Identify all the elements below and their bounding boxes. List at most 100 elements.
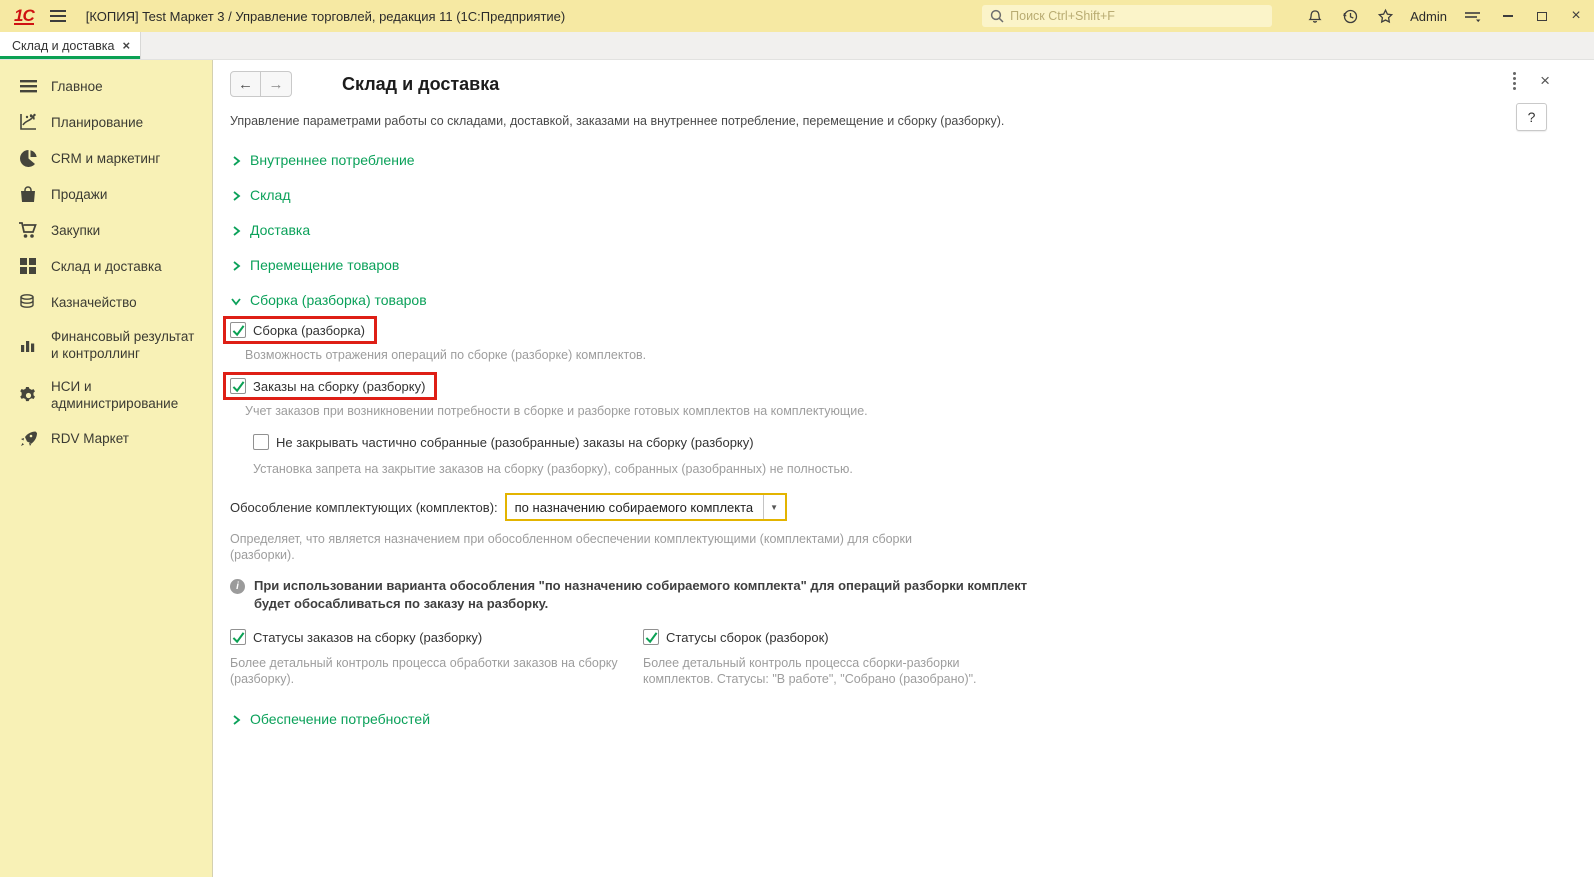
- checkbox-checked-icon[interactable]: [643, 629, 659, 645]
- main-menu-icon[interactable]: [49, 10, 66, 22]
- sidebar-item-sklad-i-dostavka[interactable]: Склад и доставка: [0, 248, 212, 284]
- history-nav: ← →: [230, 71, 292, 97]
- page-title: Склад и доставка: [342, 73, 500, 94]
- checkbox-checked-icon[interactable]: [230, 629, 246, 645]
- checkbox-order-statuses[interactable]: Статусы заказов на сборку (разборку): [230, 629, 482, 645]
- sidebar-item-nsi[interactable]: НСИ и администрирование: [0, 370, 212, 420]
- sidebar-item-kaznacheystvo[interactable]: Казначейство: [0, 284, 212, 320]
- checkbox-assembly[interactable]: Сборка (разборка): [230, 322, 365, 338]
- chevron-right-icon: [230, 713, 242, 725]
- sidebar-item-prodazhi[interactable]: Продажи: [0, 176, 212, 212]
- coins-icon: [18, 292, 38, 312]
- sidebar-item-label: Главное: [51, 78, 103, 94]
- search-input[interactable]: [1010, 9, 1265, 23]
- sidebar-item-glavnoe[interactable]: Главное: [0, 68, 212, 104]
- page-subtitle: Управление параметрами работы со складам…: [230, 114, 1005, 128]
- shopping-cart-icon: [18, 220, 38, 240]
- section-label: Обеспечение потребностей: [250, 710, 431, 727]
- setting-description: Учет заказов при возникновении потребнос…: [245, 404, 868, 418]
- notifications-bell-icon[interactable]: [1305, 6, 1325, 26]
- separation-value[interactable]: по назначению собираемого комплекта: [507, 495, 764, 519]
- chevron-right-icon: [230, 259, 242, 271]
- section-label: Перемещение товаров: [250, 257, 400, 273]
- maximize-button[interactable]: [1534, 8, 1550, 24]
- sidebar-item-label: Закупки: [51, 222, 101, 238]
- checkbox-label[interactable]: Не закрывать частично собранные (разобра…: [276, 435, 754, 450]
- checkbox-no-close-partial[interactable]: Не закрывать частично собранные (разобра…: [253, 434, 754, 450]
- checkbox-assembly-orders[interactable]: Заказы на сборку (разборку): [230, 378, 425, 394]
- sidebar-item-crm[interactable]: CRM и маркетинг: [0, 140, 212, 176]
- sidebar-item-rdv-market[interactable]: RDV Маркет: [0, 420, 212, 456]
- titlebar: 1С [КОПИЯ] Test Маркет 3 / Управление то…: [0, 0, 1594, 32]
- warehouse-grid-icon: [18, 256, 38, 276]
- checkbox-label[interactable]: Статусы сборок (разборок): [666, 630, 829, 645]
- checkbox-assembly-statuses[interactable]: Статусы сборок (разборок): [643, 629, 829, 645]
- sidebar-item-finrezultat[interactable]: Финансовый результат и контроллинг: [0, 320, 212, 370]
- checkbox-label[interactable]: Заказы на сборку (разборку): [253, 379, 425, 394]
- tabbar: Склад и доставка ×: [0, 32, 1594, 60]
- checkbox-label[interactable]: Сборка (разборка): [253, 323, 365, 338]
- favorites-star-icon[interactable]: [1375, 6, 1395, 26]
- section-vnutrennee-potreblenie[interactable]: Внутреннее потребление: [230, 152, 1554, 168]
- info-note-text: При использовании варианта обособления "…: [254, 578, 1028, 611]
- separation-description: Определяет, что является назначением при…: [230, 532, 912, 562]
- close-page-icon[interactable]: ×: [1540, 72, 1550, 89]
- sidebar-item-label: Продажи: [51, 186, 108, 202]
- help-button[interactable]: ?: [1516, 103, 1547, 131]
- highlight-box-assembly: Сборка (разборка): [223, 316, 378, 344]
- back-button[interactable]: ←: [230, 71, 261, 97]
- tab-sklad-i-dostavka[interactable]: Склад и доставка ×: [0, 32, 142, 59]
- history-icon[interactable]: [1340, 6, 1360, 26]
- forward-button[interactable]: →: [261, 71, 292, 97]
- service-menu-icon[interactable]: [1462, 6, 1482, 26]
- sidebar-item-zakupki[interactable]: Закупки: [0, 212, 212, 248]
- chevron-down-icon: [230, 294, 242, 306]
- planning-icon: [18, 112, 38, 132]
- setting-description: Более детальный контроль процесса сборки…: [643, 655, 977, 686]
- app-title: [КОПИЯ] Test Маркет 3 / Управление торго…: [85, 8, 566, 24]
- info-icon: i: [230, 579, 245, 594]
- pie-chart-icon: [18, 148, 38, 168]
- checkbox-checked-icon[interactable]: [230, 322, 246, 338]
- separation-label: Обособление комплектующих (комплектов):: [230, 499, 498, 515]
- highlight-box-orders: Заказы на сборку (разборку): [223, 372, 438, 400]
- minimize-button[interactable]: [1500, 8, 1516, 24]
- close-window-button[interactable]: ×: [1568, 8, 1584, 24]
- chevron-right-icon: [230, 189, 242, 201]
- search-icon: [990, 9, 1004, 23]
- setting-description: Возможность отражения операций по сборке…: [245, 348, 647, 362]
- shopping-bag-icon: [18, 184, 38, 204]
- chevron-right-icon: [230, 154, 242, 166]
- section-dostavka[interactable]: Доставка: [230, 222, 1554, 238]
- combo-dropdown-icon[interactable]: ▼: [764, 495, 785, 519]
- section-obespechenie-potrebnostey[interactable]: Обеспечение потребностей: [230, 711, 1554, 727]
- global-search[interactable]: [982, 5, 1273, 27]
- section-label: Доставка: [250, 222, 311, 238]
- checkbox-unchecked-icon[interactable]: [253, 434, 269, 450]
- tab-label: Склад и доставка: [12, 38, 115, 53]
- sidebar: Главное Планирование CRM и маркетинг Про…: [0, 60, 213, 877]
- setting-description: Установка запрета на закрытие заказов на…: [253, 462, 853, 476]
- 1c-logo-icon: 1С: [14, 5, 35, 25]
- sidebar-item-label: Казначейство: [51, 294, 137, 310]
- more-menu-icon[interactable]: [1513, 72, 1517, 90]
- tab-close-icon[interactable]: ×: [122, 38, 130, 53]
- rocket-icon: [18, 428, 38, 448]
- home-menu-icon: [18, 76, 38, 96]
- section-label: Склад: [250, 187, 291, 203]
- section-sklad[interactable]: Склад: [230, 187, 1554, 203]
- sidebar-item-label: Склад и доставка: [51, 258, 162, 274]
- setting-description: Более детальный контроль процесса обрабо…: [230, 655, 618, 686]
- sidebar-item-planirovanie[interactable]: Планирование: [0, 104, 212, 140]
- sidebar-item-label: Планирование: [51, 114, 144, 130]
- gear-icon: [18, 385, 38, 405]
- checkbox-checked-icon[interactable]: [230, 378, 246, 394]
- settings-page: ← → Склад и доставка × Управление параме…: [213, 60, 1594, 877]
- current-user[interactable]: Admin: [1410, 9, 1447, 24]
- sidebar-item-label: НСИ и администрирование: [51, 379, 179, 411]
- section-peremeshchenie-tovarov[interactable]: Перемещение товаров: [230, 257, 1554, 273]
- checkbox-label[interactable]: Статусы заказов на сборку (разборку): [253, 630, 482, 645]
- section-label: Внутреннее потребление: [250, 152, 415, 168]
- section-sborka-razborka-tovarov[interactable]: Сборка (разборка) товаров: [230, 292, 1554, 308]
- separation-combobox[interactable]: по назначению собираемого комплекта ▼: [504, 493, 787, 521]
